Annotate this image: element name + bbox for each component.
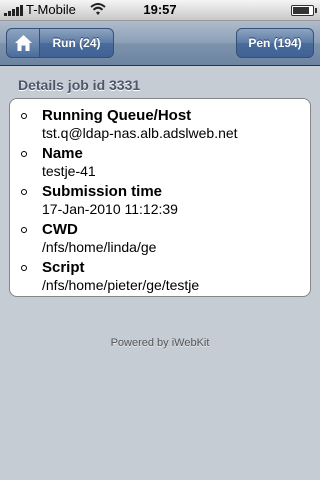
detail-value: tst.q@ldap-nas.alb.adslweb.net xyxy=(42,125,238,141)
detail-label: Script xyxy=(42,259,85,276)
detail-item-name: Name testje-41 xyxy=(21,145,238,180)
detail-label: Running Queue/Host xyxy=(42,107,192,124)
navigation-bar: Run (24) Pen (194) xyxy=(0,21,320,66)
detail-item-cwd: CWD /nfs/home/linda/ge xyxy=(21,221,238,256)
detail-label: Submission time xyxy=(42,183,163,200)
detail-value: /nfs/home/linda/ge xyxy=(42,239,157,255)
detail-value: 17-Jan-2010 11:12:39 xyxy=(42,201,178,217)
detail-item-script: Script /nfs/home/pieter/ge/testje xyxy=(21,259,238,294)
pen-button[interactable]: Pen (194) xyxy=(236,28,314,58)
home-icon xyxy=(15,35,32,51)
details-list: Running Queue/Host tst.q@ldap-nas.alb.ad… xyxy=(21,107,238,297)
home-button[interactable] xyxy=(6,28,40,58)
detail-value: /nfs/home/pieter/ge/testje xyxy=(42,277,200,293)
clock-time: 19:57 xyxy=(143,2,177,17)
battery-icon xyxy=(291,5,317,16)
powered-by-footer: Powered by iWebKit xyxy=(110,337,210,349)
detail-label: CWD xyxy=(42,221,78,238)
detail-item-submission-time: Submission time 17-Jan-2010 11:12:39 xyxy=(21,183,238,218)
detail-item-queue-host: Running Queue/Host tst.q@ldap-nas.alb.ad… xyxy=(21,107,238,142)
detail-label: Name xyxy=(42,145,83,162)
details-card: Running Queue/Host tst.q@ldap-nas.alb.ad… xyxy=(9,98,311,297)
detail-value: testje-41 xyxy=(42,163,96,179)
run-button[interactable]: Run (24) xyxy=(40,28,114,58)
page-title: Details job id 3331 xyxy=(18,77,141,93)
battery-level xyxy=(293,7,310,14)
status-bar: T-Mobile 19:57 xyxy=(0,0,320,21)
